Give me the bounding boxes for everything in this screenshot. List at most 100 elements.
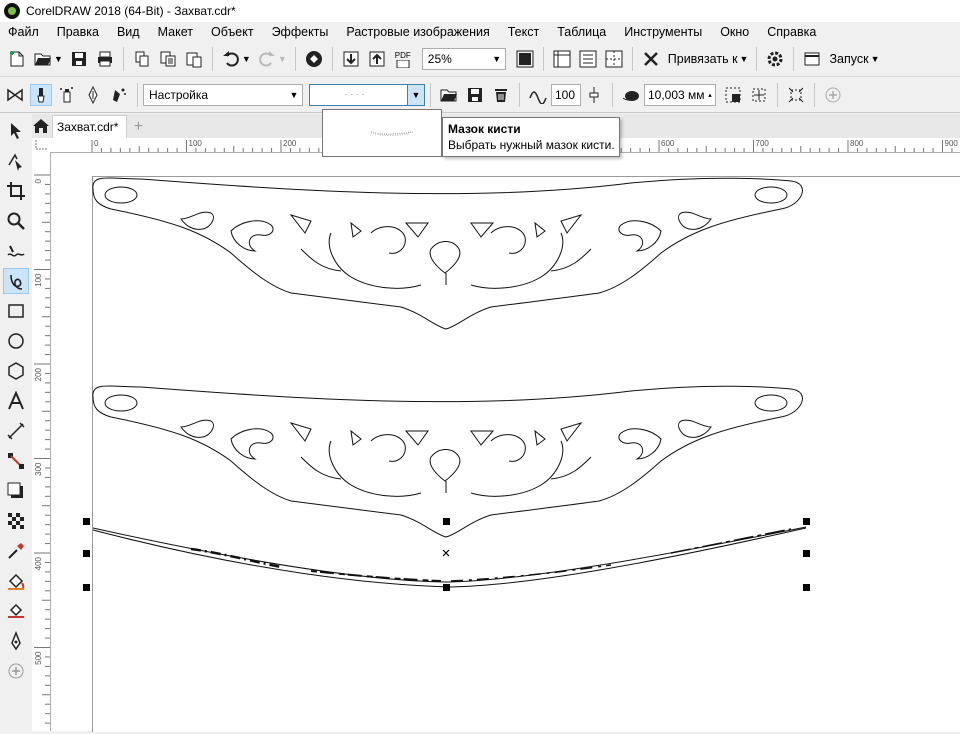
- undo-dropdown-icon[interactable]: ▼: [242, 54, 251, 64]
- save-icon[interactable]: [68, 48, 90, 70]
- artistic-media-tool-icon[interactable]: [3, 268, 29, 294]
- redo-dropdown-icon[interactable]: ▼: [278, 54, 287, 64]
- ruler-label: 400: [34, 556, 43, 570]
- snap-magnet-icon[interactable]: [640, 48, 662, 70]
- launch-button[interactable]: Запуск: [825, 52, 872, 66]
- chevron-down-icon[interactable]: ▼: [489, 49, 505, 69]
- chevron-down-icon[interactable]: ▼: [286, 85, 302, 105]
- ruler-label: 200: [283, 139, 297, 148]
- menu-object[interactable]: Объект: [202, 25, 263, 39]
- parallel-dimension-tool-icon[interactable]: [3, 418, 29, 444]
- handle-bottom-right[interactable]: [803, 584, 810, 591]
- ornamental-bracket-1[interactable]: [92, 177, 803, 330]
- smoothing-slider-icon[interactable]: [583, 84, 605, 106]
- menu-table[interactable]: Таблица: [548, 25, 615, 39]
- zoom-level-select[interactable]: 25% ▼: [421, 48, 506, 70]
- menu-tools[interactable]: Инструменты: [615, 25, 711, 39]
- copy-icon[interactable]: [157, 48, 179, 70]
- handle-bottom-center[interactable]: [443, 584, 450, 591]
- brush-stroke-preview[interactable]: [322, 109, 442, 157]
- add-plus-icon[interactable]: [822, 84, 844, 106]
- options-gear-icon[interactable]: [764, 48, 786, 70]
- drop-shadow-tool-icon[interactable]: [3, 478, 29, 504]
- menu-help[interactable]: Справка: [758, 25, 825, 39]
- full-screen-preview-icon[interactable]: [514, 48, 536, 70]
- search-content-icon[interactable]: [303, 48, 325, 70]
- selection-handles[interactable]: [83, 518, 810, 591]
- menu-view[interactable]: Вид: [108, 25, 149, 39]
- pick-tool-icon[interactable]: [3, 118, 29, 144]
- smoothing-input[interactable]: 100: [551, 84, 581, 106]
- spin-arrows-icon[interactable]: ▴: [705, 85, 715, 105]
- handle-top-right[interactable]: [803, 518, 810, 525]
- export-icon[interactable]: [366, 48, 388, 70]
- browse-folder-icon[interactable]: [438, 84, 460, 106]
- snap-dropdown-icon[interactable]: ▼: [740, 54, 749, 64]
- import-icon[interactable]: [340, 48, 362, 70]
- show-grid-icon[interactable]: [577, 48, 599, 70]
- menu-file[interactable]: Файл: [0, 25, 48, 39]
- zoom-tool-icon[interactable]: [3, 208, 29, 234]
- stroke-width-input[interactable]: 10,003 мм ▴: [644, 84, 716, 106]
- menu-bitmaps[interactable]: Растровые изображения: [337, 25, 498, 39]
- sprayer-mode-icon[interactable]: [56, 84, 78, 106]
- delete-trash-icon[interactable]: [490, 84, 512, 106]
- brush-mode-icon[interactable]: [30, 84, 52, 106]
- menu-edit[interactable]: Правка: [48, 25, 108, 39]
- color-eyedropper-tool-icon[interactable]: [3, 538, 29, 564]
- preset-mode-icon[interactable]: [4, 84, 26, 106]
- ruler-origin[interactable]: [32, 138, 51, 153]
- handle-top-left[interactable]: [83, 518, 90, 525]
- save-artistic-stroke-icon[interactable]: [464, 84, 486, 106]
- menu-window[interactable]: Окно: [711, 25, 758, 39]
- menu-text[interactable]: Текст: [499, 25, 548, 39]
- cut-icon[interactable]: [131, 48, 153, 70]
- outline-pen-tool-icon[interactable]: [3, 628, 29, 654]
- undo-icon[interactable]: [220, 48, 242, 70]
- paste-icon[interactable]: [183, 48, 205, 70]
- menu-layout[interactable]: Макет: [149, 25, 202, 39]
- handle-middle-left[interactable]: [83, 550, 90, 557]
- rectangle-tool-icon[interactable]: [3, 298, 29, 324]
- ellipse-tool-icon[interactable]: [3, 328, 29, 354]
- smart-fill-tool-icon[interactable]: [3, 598, 29, 624]
- transparency-tool-icon[interactable]: [3, 508, 29, 534]
- print-icon[interactable]: [94, 48, 116, 70]
- freehand-tool-icon[interactable]: [3, 238, 29, 264]
- show-rulers-icon[interactable]: [551, 48, 573, 70]
- show-guidelines-icon[interactable]: [603, 48, 625, 70]
- handle-bottom-left[interactable]: [83, 584, 90, 591]
- publish-pdf-icon[interactable]: PDF: [392, 48, 414, 70]
- drawing-workspace[interactable]: [51, 153, 960, 732]
- text-tool-icon[interactable]: [3, 388, 29, 414]
- snap-to-button[interactable]: Привязать к: [664, 52, 742, 66]
- handle-top-center[interactable]: [443, 518, 450, 525]
- redo-icon[interactable]: [256, 48, 278, 70]
- new-document-icon[interactable]: [6, 48, 28, 70]
- chevron-down-icon[interactable]: ▼: [407, 85, 424, 105]
- home-icon[interactable]: [32, 115, 50, 137]
- brush-category-select[interactable]: Настройка ▼: [143, 84, 303, 106]
- object-transform-icon[interactable]: [785, 84, 807, 106]
- open-dropdown-icon[interactable]: ▼: [54, 54, 63, 64]
- interactive-fill-tool-icon[interactable]: [3, 568, 29, 594]
- add-tab-icon[interactable]: +: [127, 116, 149, 138]
- connector-tool-icon[interactable]: [3, 448, 29, 474]
- menu-effects[interactable]: Эффекты: [263, 25, 338, 39]
- vertical-ruler[interactable]: 0 100 200 300 400 500: [32, 152, 51, 731]
- reset-size-icon[interactable]: [722, 84, 744, 106]
- open-icon[interactable]: [32, 48, 54, 70]
- expression-mode-icon[interactable]: [108, 84, 130, 106]
- calligraphic-mode-icon[interactable]: [82, 84, 104, 106]
- document-tab[interactable]: Захват.cdr*: [52, 115, 128, 138]
- polygon-tool-icon[interactable]: [3, 358, 29, 384]
- launch-dropdown-icon[interactable]: ▼: [871, 54, 880, 64]
- add-tool-icon[interactable]: [3, 658, 29, 684]
- apply-to-selection-icon[interactable]: [748, 84, 770, 106]
- brush-stroke-select[interactable]: - - - - ▼: [309, 84, 425, 106]
- shape-tool-icon[interactable]: [3, 148, 29, 174]
- ornamental-bracket-2[interactable]: [92, 385, 803, 538]
- crop-tool-icon[interactable]: [3, 178, 29, 204]
- handle-middle-right[interactable]: [803, 550, 810, 557]
- application-launcher-icon[interactable]: [801, 48, 823, 70]
